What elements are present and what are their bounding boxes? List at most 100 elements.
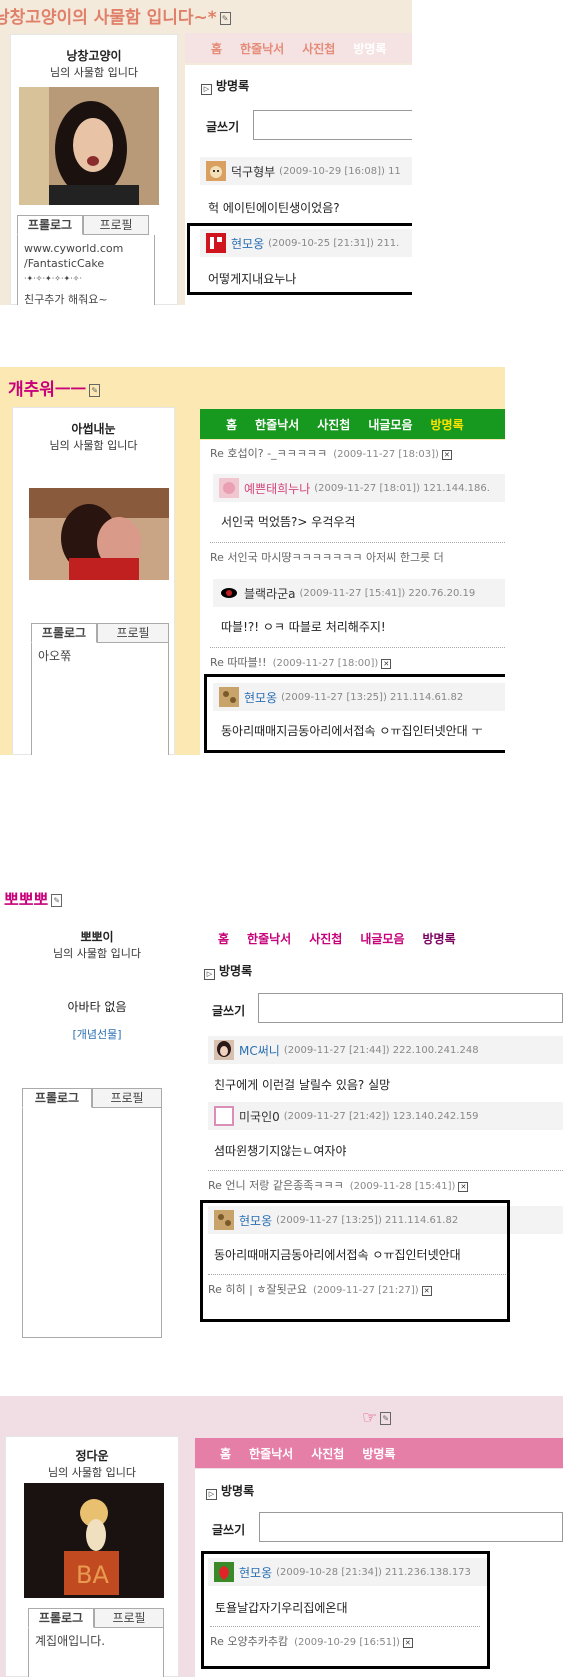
panel-3-title: 뽀뽀뽀 ✎: [4, 886, 63, 910]
nav-home[interactable]: 홈: [218, 930, 229, 947]
entry-text: 따블!?! ㅇㅋ 따블로 처리해주지!: [221, 620, 386, 634]
profile-photo-art: BA: [24, 1483, 164, 1598]
entry-author[interactable]: MC써니: [239, 1042, 280, 1059]
entry-header: 현모옹 (2009-10-25 [21:31]) 211.: [200, 229, 412, 257]
nav-mywriting[interactable]: 내글모음: [368, 416, 412, 433]
nav-home[interactable]: 홈: [211, 40, 222, 57]
entry-header: 미국인0 (2009-11-27 [21:42]) 123.140.242.15…: [208, 1102, 563, 1130]
tab-profile[interactable]: 프로필: [92, 1088, 162, 1108]
entry-author[interactable]: 현모옹: [244, 689, 277, 706]
delete-icon[interactable]: ✕: [421, 1286, 432, 1296]
entry-author[interactable]: 현모옹: [239, 1564, 272, 1581]
entry-author[interactable]: 블랙라군a: [244, 585, 296, 602]
entry-author[interactable]: 미국인0: [239, 1108, 280, 1125]
delete-icon[interactable]: ✕: [402, 1638, 413, 1648]
panel-3-sidebar: 뽀뽀이 님의 사물함 입니다 아바타 없음 [개념선물] 프롤로그 프로필: [16, 918, 178, 1338]
panel-1: 낭창고양이의 사물함 입니다~* ✎ 낭창고양이 님의 사물함 입니다 프롤로그 …: [0, 0, 412, 305]
delete-icon[interactable]: ✕: [441, 450, 452, 460]
profile-line: /FantasticCake: [24, 257, 105, 270]
tab-prologue[interactable]: 프롤로그: [28, 1608, 94, 1628]
entry-author[interactable]: 예쁜태희누나: [244, 480, 310, 497]
write-label: 글쓰기: [212, 1523, 246, 1537]
panel-4-nav: 홈 한줄낙서 사진첩 방명록: [195, 1438, 563, 1468]
entry-text: 동아리때매지금동아리에서접속 ㅇㅠ집인터넷안대 ㅜ: [221, 724, 483, 738]
panel-3-nav: 홈 한줄낙서 사진첩 내글모음 방명록: [200, 923, 560, 953]
tab-profile[interactable]: 프로필: [94, 1608, 164, 1628]
entry-date: (2009-11-27 [21:44]) 222.100.241.248: [283, 1044, 479, 1056]
edit-icon[interactable]: ✎: [219, 11, 231, 25]
tab-profile[interactable]: 프로필: [97, 623, 169, 643]
nav-oneline[interactable]: 한줄낙서: [240, 40, 284, 57]
entry-date: (2009-11-27 [13:25]) 211.114.61.82: [281, 691, 464, 703]
panel-1-title-text: 낭창고양이의 사물함 입니다~*: [0, 8, 217, 28]
profile-tabs: 프롤로그 프로필: [22, 1088, 162, 1108]
section-label: 방명록: [219, 964, 253, 978]
section-title: ▷ 방명록: [206, 1482, 254, 1500]
entry-date: (2009-11-27 [18:01]) 121.144.186.: [314, 482, 490, 494]
reply-date: (2009-11-27 [21:27]): [312, 1285, 419, 1296]
bullet-icon: ▷: [206, 1489, 217, 1500]
edit-icon[interactable]: ✎: [380, 1411, 392, 1425]
tab-prologue[interactable]: 프롤로그: [31, 623, 97, 643]
nav-photo[interactable]: 사진첩: [302, 40, 335, 57]
profile-tabs: 프롤로그 프로필: [31, 623, 169, 643]
delete-icon[interactable]: ✕: [381, 659, 392, 669]
nav-guestbook[interactable]: 방명록: [353, 40, 386, 57]
reply-line: Re 히히 | ㅎ잘됫군요 (2009-11-27 [21:27]) ✕: [208, 1274, 508, 1297]
reply-text: Re 언니 저랑 같은종족ㅋㅋㅋ: [208, 1179, 344, 1192]
edit-icon[interactable]: ✎: [89, 383, 101, 397]
tab-prologue[interactable]: 프롤로그: [17, 215, 83, 235]
nav-photo[interactable]: 사진첩: [311, 1445, 344, 1462]
write-input[interactable]: [259, 1512, 563, 1542]
reply-text: Re 히히 | ㅎ잘됫군요: [208, 1283, 307, 1296]
nav-oneline[interactable]: 한줄낙서: [255, 416, 299, 433]
owner-sub: 님의 사물함 입니다: [53, 947, 141, 960]
write-input[interactable]: [258, 993, 563, 1023]
nav-guestbook[interactable]: 방명록: [362, 1445, 395, 1462]
tab-prologue[interactable]: 프롤로그: [22, 1088, 92, 1108]
pattern-avatar-icon: [219, 687, 239, 707]
entry-author[interactable]: 현모옹: [239, 1212, 272, 1229]
gift-link[interactable]: [개념선물]: [16, 1026, 178, 1042]
nav-photo[interactable]: 사진첩: [317, 416, 350, 433]
entry-author[interactable]: 현모옹: [231, 235, 264, 252]
panel-1-sidebar: 낭창고양이 님의 사물함 입니다 프롤로그 프로필 www.cyworld.co…: [10, 34, 178, 305]
section-title: ▷ 방명록: [204, 962, 252, 980]
delete-icon[interactable]: ✕: [458, 1182, 469, 1192]
panel-1-main: [185, 65, 412, 305]
panel-1-title: 낭창고양이의 사물함 입니다~* ✎: [0, 3, 231, 28]
nav-oneline[interactable]: 한줄낙서: [249, 1445, 293, 1462]
entry-header: 현모옹 (2009-11-27 [13:25]) 211.114.61.82: [213, 683, 505, 711]
entry-text: 토욜날갑자기우리집에온대: [215, 1601, 348, 1615]
write-input[interactable]: [253, 110, 412, 140]
section-title: ▷ 방명록: [201, 77, 249, 95]
panel-2-title-text: 개추워ㅡㅡ: [8, 380, 87, 400]
profile-line: ·✦·✧·✦·✧·✦·✧·: [24, 274, 83, 283]
nav-guestbook[interactable]: 방명록: [423, 930, 456, 947]
tab-profile[interactable]: 프로필: [83, 215, 149, 235]
entry-text: 친구에게 이런걸 날릴수 있음? 실망: [214, 1078, 391, 1092]
nav-guestbook[interactable]: 방명록: [431, 416, 464, 433]
profile-box: 계집애입니다.: [28, 1628, 164, 1677]
profile-line: 계집애입니다.: [35, 1634, 106, 1648]
profile-photo-art: [19, 87, 159, 205]
edit-icon[interactable]: ✎: [51, 894, 63, 907]
blank-avatar-icon: [214, 1106, 234, 1126]
nav-mywriting[interactable]: 내글모음: [360, 930, 404, 947]
panel-2: 개추워ㅡㅡ ✎ 아썹내눈 님의 사물함 입니다 프롤로그 프로필 아오쭊 홈 한줄…: [0, 367, 505, 755]
owner-name: 뽀뽀이: [80, 930, 114, 944]
entry-header: 예쁜태희누나 (2009-11-27 [18:01]) 121.144.186.: [213, 474, 505, 502]
reply-text: Re 오양추카추캄: [210, 1635, 289, 1648]
nav-home[interactable]: 홈: [220, 1445, 231, 1462]
reply-date: (2009-11-28 [15:41]): [349, 1181, 456, 1192]
entry-author[interactable]: 덕구형부: [231, 163, 275, 180]
no-avatar-text: 아바타 없음: [67, 1000, 127, 1014]
entry-header: 블랙라군a (2009-11-27 [15:41]) 220.76.20.19: [213, 579, 505, 607]
panel-3: 뽀뽀뽀 ✎ 뽀뽀이 님의 사물함 입니다 아바타 없음 [개념선물] 프롤로그 프…: [0, 880, 563, 1340]
nav-oneline[interactable]: 한줄낙서: [247, 930, 291, 947]
owner-name: 낭창고양이: [66, 49, 122, 63]
nav-home[interactable]: 홈: [226, 416, 237, 433]
entry-text: 셤따윈챙기지않는ㄴ여자야: [214, 1144, 347, 1158]
panel-3-title-text: 뽀뽀뽀: [4, 890, 49, 909]
nav-photo[interactable]: 사진첩: [309, 930, 342, 947]
